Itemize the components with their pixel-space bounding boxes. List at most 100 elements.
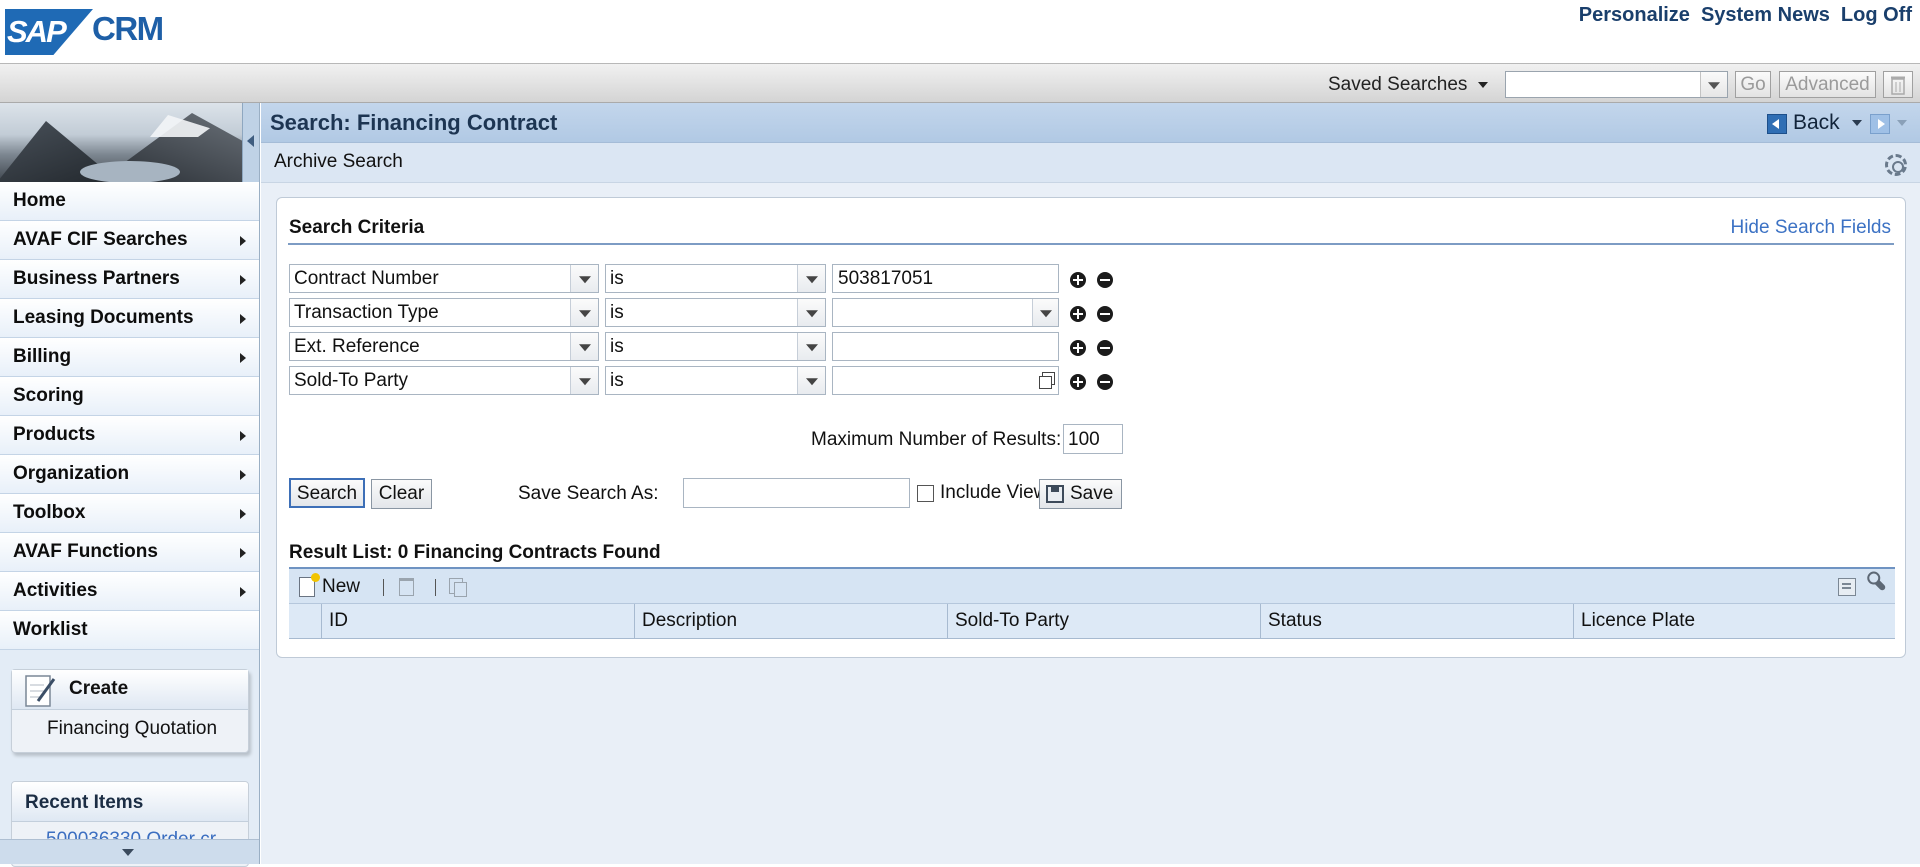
advanced-button[interactable]: Advanced xyxy=(1779,71,1876,98)
dropdown-button[interactable] xyxy=(570,265,598,292)
crm-logo-text: CRM xyxy=(92,10,164,47)
nav-item-home[interactable]: Home xyxy=(0,182,259,221)
criteria-operator-select[interactable]: is xyxy=(605,264,826,293)
nav-item-activities[interactable]: Activities xyxy=(0,572,259,611)
personalize-link[interactable]: Personalize xyxy=(1579,4,1690,27)
dropdown-button[interactable] xyxy=(797,333,825,360)
sub-title-bar: Archive Search xyxy=(261,143,1920,183)
chevron-down-icon xyxy=(1039,309,1052,317)
system-news-link[interactable]: System News xyxy=(1701,4,1830,27)
nav-item-label: AVAF CIF Searches xyxy=(13,229,188,250)
chevron-down-icon[interactable] xyxy=(1478,82,1488,88)
sold-to-party-input[interactable] xyxy=(832,366,1059,395)
column-header-licence-plate[interactable]: Licence Plate xyxy=(1574,604,1895,638)
remove-row-icon[interactable] xyxy=(1097,306,1113,322)
chevron-down-icon xyxy=(578,309,591,317)
saved-searches-menu[interactable]: Saved Searches xyxy=(1328,74,1467,96)
nav-item-label: Billing xyxy=(13,346,72,367)
back-button[interactable]: Back xyxy=(1793,111,1840,135)
add-row-icon[interactable] xyxy=(1070,340,1086,356)
column-header-description[interactable]: Description xyxy=(635,604,948,638)
add-row-icon[interactable] xyxy=(1070,374,1086,390)
gear-icon[interactable] xyxy=(1885,154,1907,176)
export-icon[interactable] xyxy=(1838,578,1856,596)
criteria-field-select[interactable]: Sold-To Party xyxy=(289,366,599,395)
nav-item-label: Products xyxy=(13,424,96,445)
nav-item-worklist[interactable]: Worklist xyxy=(0,611,259,650)
column-header-sold-to-party[interactable]: Sold-To Party xyxy=(948,604,1261,638)
criteria-field-select[interactable]: Contract Number xyxy=(289,264,599,293)
recent-items-header: Recent Items xyxy=(12,782,248,822)
header-links: Personalize System News Log Off xyxy=(1579,4,1912,27)
saved-searches-select[interactable] xyxy=(1505,71,1728,98)
clear-button[interactable]: Clear xyxy=(371,479,432,509)
trash-icon[interactable] xyxy=(399,578,414,596)
save-search-as-input[interactable] xyxy=(683,478,910,508)
nav-item-label: Scoring xyxy=(13,385,84,406)
dropdown-button[interactable] xyxy=(797,299,825,326)
value-help-icon[interactable] xyxy=(1037,371,1056,390)
create-panel-header: Create xyxy=(12,670,248,710)
log-off-link[interactable]: Log Off xyxy=(1841,4,1912,27)
chevron-right-icon xyxy=(240,236,246,246)
dropdown-button[interactable] xyxy=(570,333,598,360)
chevron-down-icon xyxy=(805,275,818,283)
remove-row-icon[interactable] xyxy=(1097,272,1113,288)
dropdown-button[interactable] xyxy=(797,265,825,292)
include-view-label: Include View xyxy=(940,482,1048,503)
sap-crm-logo[interactable]: SAP CRM xyxy=(5,9,167,55)
collapse-nav-button[interactable] xyxy=(242,103,259,182)
include-view-checkbox[interactable] xyxy=(917,485,934,502)
go-button[interactable]: Go xyxy=(1735,71,1771,98)
wrench-icon[interactable] xyxy=(1869,574,1887,592)
criteria-field-select[interactable]: Transaction Type xyxy=(289,298,599,327)
copy-icon[interactable] xyxy=(449,578,467,597)
dropdown-button[interactable] xyxy=(570,299,598,326)
criteria-operator-select[interactable]: is xyxy=(605,366,826,395)
max-results-input[interactable]: 100 xyxy=(1063,424,1123,454)
search-button[interactable]: Search xyxy=(289,478,365,508)
dropdown-button[interactable] xyxy=(570,367,598,394)
nav-item-organization[interactable]: Organization xyxy=(0,455,259,494)
new-document-icon[interactable] xyxy=(299,573,320,597)
dropdown-button[interactable] xyxy=(797,367,825,394)
add-row-icon[interactable] xyxy=(1070,306,1086,322)
nav-item-avaf-functions[interactable]: AVAF Functions xyxy=(0,533,259,572)
chevron-right-icon xyxy=(240,587,246,597)
page-subtitle: Archive Search xyxy=(274,151,403,172)
hide-search-fields-link[interactable]: Hide Search Fields xyxy=(1730,217,1891,239)
chevron-right-icon xyxy=(240,314,246,324)
nav-scroll-down-button[interactable] xyxy=(0,839,259,864)
contract-number-input[interactable]: 503817051 xyxy=(832,264,1059,293)
dropdown-button[interactable] xyxy=(1700,72,1727,97)
create-financing-quotation-link[interactable]: Financing Quotation xyxy=(47,718,217,740)
criteria-field-select[interactable]: Ext. Reference xyxy=(289,332,599,361)
save-search-button[interactable]: Save xyxy=(1039,479,1122,509)
criteria-operator-select[interactable]: is xyxy=(605,298,826,327)
nav-item-business-partners[interactable]: Business Partners xyxy=(0,260,259,299)
nav-item-scoring[interactable]: Scoring xyxy=(0,377,259,416)
nav-item-products[interactable]: Products xyxy=(0,416,259,455)
transaction-type-select[interactable] xyxy=(832,298,1059,327)
nav-item-label: Leasing Documents xyxy=(13,307,194,328)
chevron-down-icon xyxy=(578,343,591,351)
nav-item-toolbox[interactable]: Toolbox xyxy=(0,494,259,533)
remove-row-icon[interactable] xyxy=(1097,374,1113,390)
new-button[interactable]: New xyxy=(322,576,360,598)
delete-saved-search-button[interactable] xyxy=(1883,71,1913,98)
chevron-down-icon[interactable] xyxy=(1852,120,1862,126)
add-row-icon[interactable] xyxy=(1070,272,1086,288)
nav-item-leasing-documents[interactable]: Leasing Documents xyxy=(0,299,259,338)
criteria-operator-select[interactable]: is xyxy=(605,332,826,361)
nav-item-billing[interactable]: Billing xyxy=(0,338,259,377)
chevron-down-icon[interactable] xyxy=(1897,120,1907,126)
dropdown-button[interactable] xyxy=(1032,299,1058,326)
row-select-column[interactable] xyxy=(289,604,322,638)
ext-reference-input[interactable] xyxy=(832,332,1059,361)
column-header-id[interactable]: ID xyxy=(322,604,635,638)
remove-row-icon[interactable] xyxy=(1097,340,1113,356)
forward-arrow-icon[interactable] xyxy=(1870,114,1890,134)
back-arrow-icon[interactable] xyxy=(1767,114,1787,134)
column-header-status[interactable]: Status xyxy=(1261,604,1574,638)
nav-item-avaf-cif-searches[interactable]: AVAF CIF Searches xyxy=(0,221,259,260)
